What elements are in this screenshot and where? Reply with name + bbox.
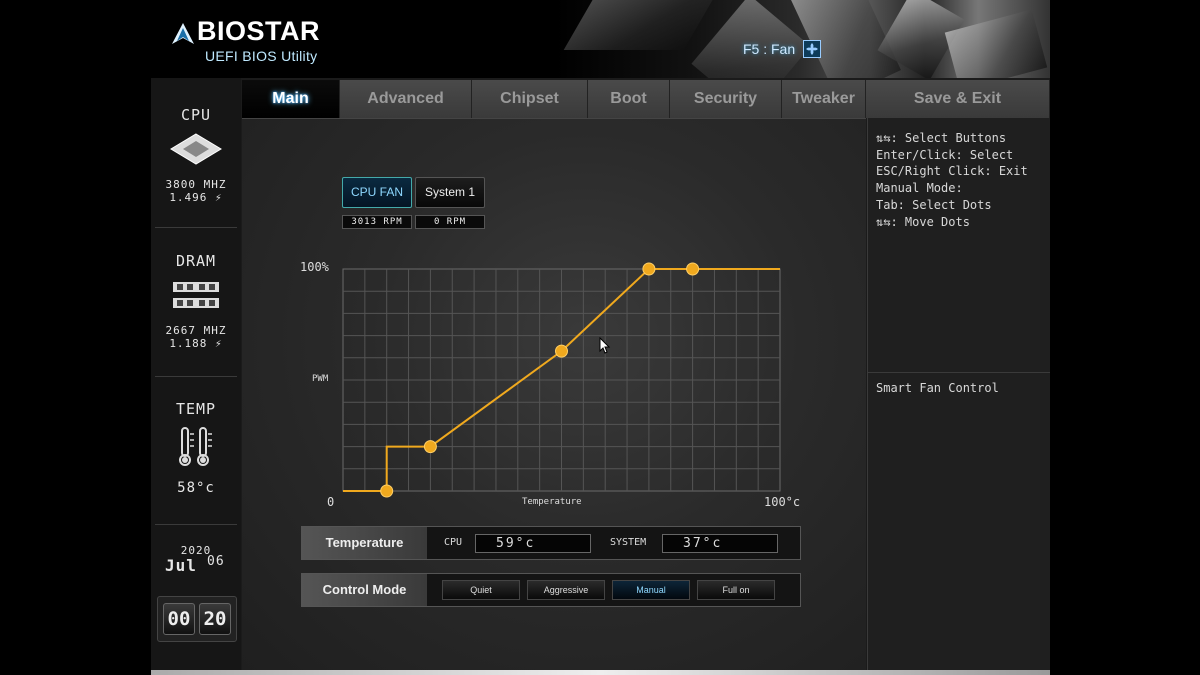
temp-title: TEMP <box>175 400 217 418</box>
temperature-label: Temperature <box>302 527 427 559</box>
mode-aggressive-button[interactable]: Aggressive <box>527 580 605 600</box>
cpu-chip-icon <box>170 133 222 165</box>
help-line: Manual Mode: <box>876 181 963 196</box>
help-panel: ⇅⇆: Select Buttons Enter/Click: Select E… <box>867 118 1050 670</box>
fan-curve <box>343 268 780 492</box>
sidebar-divider <box>155 524 237 525</box>
fan-control-panel: CPU FAN System 1 3013 RPM 0 RPM 100% PWM… <box>242 118 866 670</box>
mode-quiet-button[interactable]: Quiet <box>442 580 520 600</box>
cpu-fan-rpm: 3013 RPM <box>342 215 412 229</box>
tab-save-exit[interactable]: Save & Exit <box>866 80 1050 118</box>
dram-voltage: 1.188 ⚡ <box>169 337 223 350</box>
y-axis-label: PWM <box>312 374 329 384</box>
chart-grid <box>342 268 781 492</box>
system-info-sidebar: CPU 3800 MHZ 1.496 ⚡ DRAM 2667 MHZ 1.188… <box>151 78 241 670</box>
temperature-bar: Temperature CPU 59°c SYSTEM 37°c <box>301 526 801 560</box>
dram-frequency: 2667 MHZ <box>165 324 227 337</box>
sidebar-divider <box>155 376 237 377</box>
bios-window: BIOSTAR UEFI BIOS Utility F5 : Fan CPU 3… <box>151 0 1050 675</box>
help-line: ESC/Right Click: Exit <box>876 164 1028 179</box>
header-banner: BIOSTAR UEFI BIOS Utility F5 : Fan <box>151 0 1050 78</box>
help-line: Enter/Click: Select <box>876 147 1014 162</box>
bottom-border <box>151 670 1050 675</box>
cpu-temp-key: CPU <box>444 537 463 548</box>
tab-chipset[interactable]: Chipset <box>472 80 588 118</box>
cpu-title: CPU <box>180 106 212 124</box>
tab-security[interactable]: Security <box>670 80 782 118</box>
curve-control-point[interactable] <box>642 262 656 276</box>
key-help-list: ⇅⇆: Select Buttons Enter/Click: Select E… <box>876 130 1028 230</box>
system-1-fan-rpm: 0 RPM <box>415 215 485 229</box>
tab-boot[interactable]: Boot <box>588 80 670 118</box>
date-section: 2020 Jul 06 <box>155 544 237 577</box>
dram-section: DRAM 2667 MHZ 1.188 ⚡ <box>155 252 237 350</box>
curve-control-point[interactable] <box>686 262 700 276</box>
sidebar-divider <box>155 227 237 228</box>
memory-module-icon <box>173 282 219 308</box>
menu-tabs: Main Advanced Chipset Boot Security Twea… <box>242 80 1050 118</box>
tab-advanced[interactable]: Advanced <box>340 80 472 118</box>
system-1-fan-button[interactable]: System 1 <box>415 177 485 208</box>
thermometer-icon <box>179 427 212 466</box>
system-temperature: 58°c <box>177 480 215 496</box>
clock: 00 20 <box>157 596 237 642</box>
curve-control-point[interactable] <box>555 344 568 358</box>
fan-icon <box>803 40 822 58</box>
date-day: 06 <box>207 554 225 569</box>
date-month: Jul <box>165 556 197 575</box>
cpu-fan-button[interactable]: CPU FAN <box>342 177 412 208</box>
brand-subtitle: UEFI BIOS Utility <box>205 48 318 64</box>
fan-curve-line <box>343 268 780 492</box>
help-line: ⇅⇆: Move Dots <box>876 214 970 229</box>
help-line: ⇅⇆: Select Buttons <box>876 131 1007 145</box>
temp-section: TEMP 58°c <box>155 400 237 495</box>
biostar-logo: BIOSTAR UEFI BIOS Utility <box>171 14 331 66</box>
mode-manual-button[interactable]: Manual <box>612 580 690 600</box>
item-description: Smart Fan Control <box>876 381 999 395</box>
control-mode-bar: Control Mode Quiet Aggressive Manual Ful… <box>301 573 801 607</box>
fan-shortcut-hint[interactable]: F5 : Fan <box>743 40 822 58</box>
mode-full-on-button[interactable]: Full on <box>697 580 775 600</box>
system-temp-value: 37°c <box>662 534 778 553</box>
curve-control-point[interactable] <box>423 440 437 454</box>
y-axis-max-label: 100% <box>300 260 329 274</box>
clock-hours: 00 <box>163 603 195 635</box>
clock-minutes: 20 <box>199 603 231 635</box>
biostar-logo-icon <box>172 23 194 44</box>
fan-shortcut-label: F5 : Fan <box>743 41 796 57</box>
help-line: Tab: Select Dots <box>876 197 992 212</box>
system-temp-key: SYSTEM <box>610 537 647 548</box>
cpu-temp-value: 59°c <box>475 534 591 553</box>
cpu-section: CPU 3800 MHZ 1.496 ⚡ <box>155 106 237 204</box>
mouse-cursor-icon <box>599 337 611 354</box>
dram-title: DRAM <box>175 252 217 270</box>
x-axis-max-label: 100°c <box>764 495 801 509</box>
x-axis-label: Temperature <box>522 497 582 507</box>
brand-name: BIOSTAR <box>197 16 320 46</box>
help-divider <box>868 372 1050 373</box>
curve-control-point[interactable] <box>380 484 394 498</box>
chart-frame <box>342 268 781 492</box>
tab-main[interactable]: Main <box>242 80 340 118</box>
x-axis-min-label: 0 <box>327 495 335 509</box>
cpu-frequency: 3800 MHZ <box>165 178 227 191</box>
cpu-voltage: 1.496 ⚡ <box>169 191 223 204</box>
control-mode-label: Control Mode <box>302 574 427 606</box>
tab-tweaker[interactable]: Tweaker <box>782 80 866 118</box>
